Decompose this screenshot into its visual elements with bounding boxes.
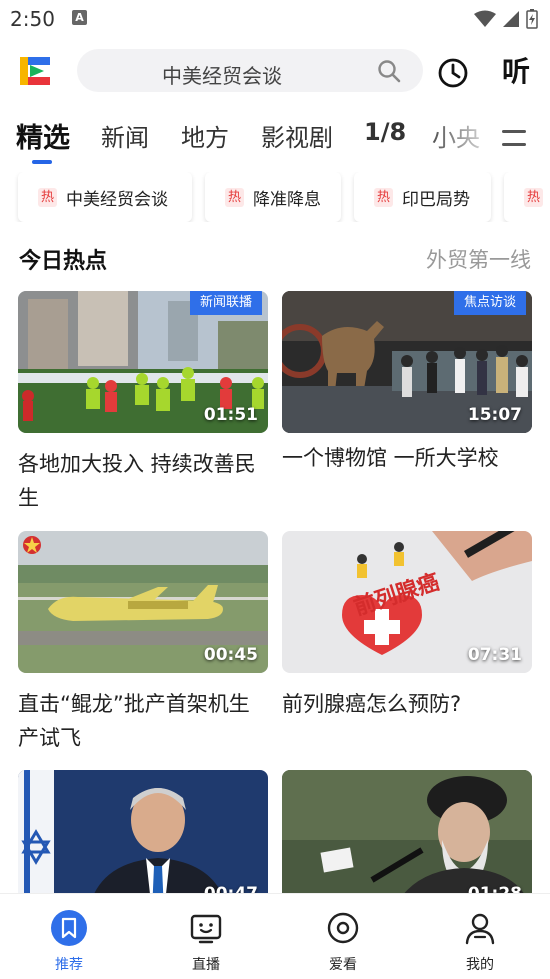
video-card[interactable]: 00:45 直击“鲲龙”批产首架机生产试飞 xyxy=(18,531,268,755)
bottom-navigation: 推荐 直播 爱看 我的 xyxy=(0,893,550,979)
video-thumbnail[interactable]: 00:47 xyxy=(18,770,268,912)
hot-chip[interactable]: 热 印巴局势 xyxy=(354,172,491,222)
status-time: 2:50 xyxy=(10,7,55,31)
battery-icon xyxy=(526,9,538,29)
search-icon[interactable] xyxy=(377,59,401,83)
video-title[interactable]: 前列腺癌怎么预防? xyxy=(282,687,532,721)
tab-1-8[interactable]: 1/8 xyxy=(364,118,406,146)
program-tag: 焦点访谈 xyxy=(453,291,526,315)
hot-badge: 热 xyxy=(38,187,57,207)
video-thumbnail[interactable]: 焦点访谈 15:07 xyxy=(282,291,532,433)
nav-recommend[interactable]: 推荐 xyxy=(29,894,109,979)
history-clock-icon[interactable] xyxy=(436,56,470,90)
video-card[interactable]: 焦点访谈 15:07 一个博物馆 一所大学校 xyxy=(282,291,532,475)
hot-chip[interactable]: 热 降准降息 xyxy=(205,172,341,222)
section-more-link[interactable]: 外贸第一线 xyxy=(426,244,531,274)
person-icon xyxy=(465,913,495,945)
top-header: 中美经贸会谈 听 xyxy=(0,44,550,100)
video-duration: 00:45 xyxy=(203,645,258,665)
search-input[interactable]: 中美经贸会谈 xyxy=(77,60,367,89)
video-title[interactable]: 直击“鲲龙”批产首架机生产试飞 xyxy=(18,687,268,755)
video-title[interactable]: 一个博物馆 一所大学校 xyxy=(282,441,532,475)
hot-chip-label: 中美经贸会谈 xyxy=(66,189,168,210)
app-logo-icon[interactable] xyxy=(18,54,52,88)
nav-label: 我的 xyxy=(466,957,494,973)
video-duration: 15:07 xyxy=(467,405,522,425)
video-card[interactable]: 前列腺癌 07:31 前列腺癌怎么预防? xyxy=(282,531,532,721)
notification-icon: A xyxy=(72,10,87,25)
wifi-icon xyxy=(474,10,496,27)
nav-watch[interactable]: 爱看 xyxy=(303,894,383,979)
video-duration: 07:31 xyxy=(467,645,522,665)
video-title[interactable]: 各地加大投入 持续改善民生 xyxy=(18,447,268,515)
target-icon xyxy=(327,912,359,944)
video-card[interactable]: 01:28 xyxy=(282,770,532,912)
bookmark-icon xyxy=(51,910,87,946)
tv-icon xyxy=(190,914,222,944)
video-thumbnail[interactable]: 前列腺癌 07:31 xyxy=(282,531,532,673)
program-tag: 新闻联播 xyxy=(189,291,262,315)
signal-icon xyxy=(503,11,519,27)
tabs-fade xyxy=(420,108,500,164)
video-thumbnail[interactable]: 00:45 xyxy=(18,531,268,673)
search-bar[interactable]: 中美经贸会谈 xyxy=(77,49,423,92)
video-duration: 01:51 xyxy=(203,405,258,425)
hot-badge: 热 xyxy=(225,187,244,207)
tab-featured[interactable]: 精选 xyxy=(16,116,70,155)
hot-badge: 热 xyxy=(524,187,543,207)
tab-drama[interactable]: 影视剧 xyxy=(261,118,333,153)
hot-chip[interactable]: 热 中美经贸会谈 xyxy=(18,172,192,222)
listen-button[interactable]: 听 xyxy=(496,52,536,92)
active-tab-indicator xyxy=(32,160,52,164)
status-bar: 2:50 A xyxy=(0,0,550,38)
hot-chip-label: 降准降息 xyxy=(253,189,321,210)
hot-chip[interactable]: 热 xyxy=(504,172,550,222)
status-indicators xyxy=(474,9,538,29)
tab-news[interactable]: 新闻 xyxy=(101,118,149,153)
video-card[interactable]: 新闻联播 01:51 各地加大投入 持续改善民生 xyxy=(18,291,268,515)
video-thumbnail[interactable]: 01:28 xyxy=(282,770,532,912)
nav-label: 推荐 xyxy=(55,957,83,973)
hot-topics-row: 热 中美经贸会谈 热 降准降息 热 印巴局势 热 xyxy=(0,172,550,222)
channel-menu-icon[interactable] xyxy=(502,128,528,148)
tab-local[interactable]: 地方 xyxy=(181,118,229,153)
nav-label: 爱看 xyxy=(329,957,357,973)
nav-label: 直播 xyxy=(192,957,220,973)
hot-badge: 热 xyxy=(374,187,393,207)
section-title: 今日热点 xyxy=(19,249,108,274)
video-card[interactable]: 00:47 xyxy=(18,770,268,912)
video-thumbnail[interactable]: 新闻联播 01:51 xyxy=(18,291,268,433)
nav-live[interactable]: 直播 xyxy=(166,894,246,979)
hot-chip-label: 印巴局势 xyxy=(402,189,470,210)
channel-tabs: 精选 新闻 地方 影视剧 1/8 小央 xyxy=(0,108,550,164)
nav-mine[interactable]: 我的 xyxy=(440,894,520,979)
